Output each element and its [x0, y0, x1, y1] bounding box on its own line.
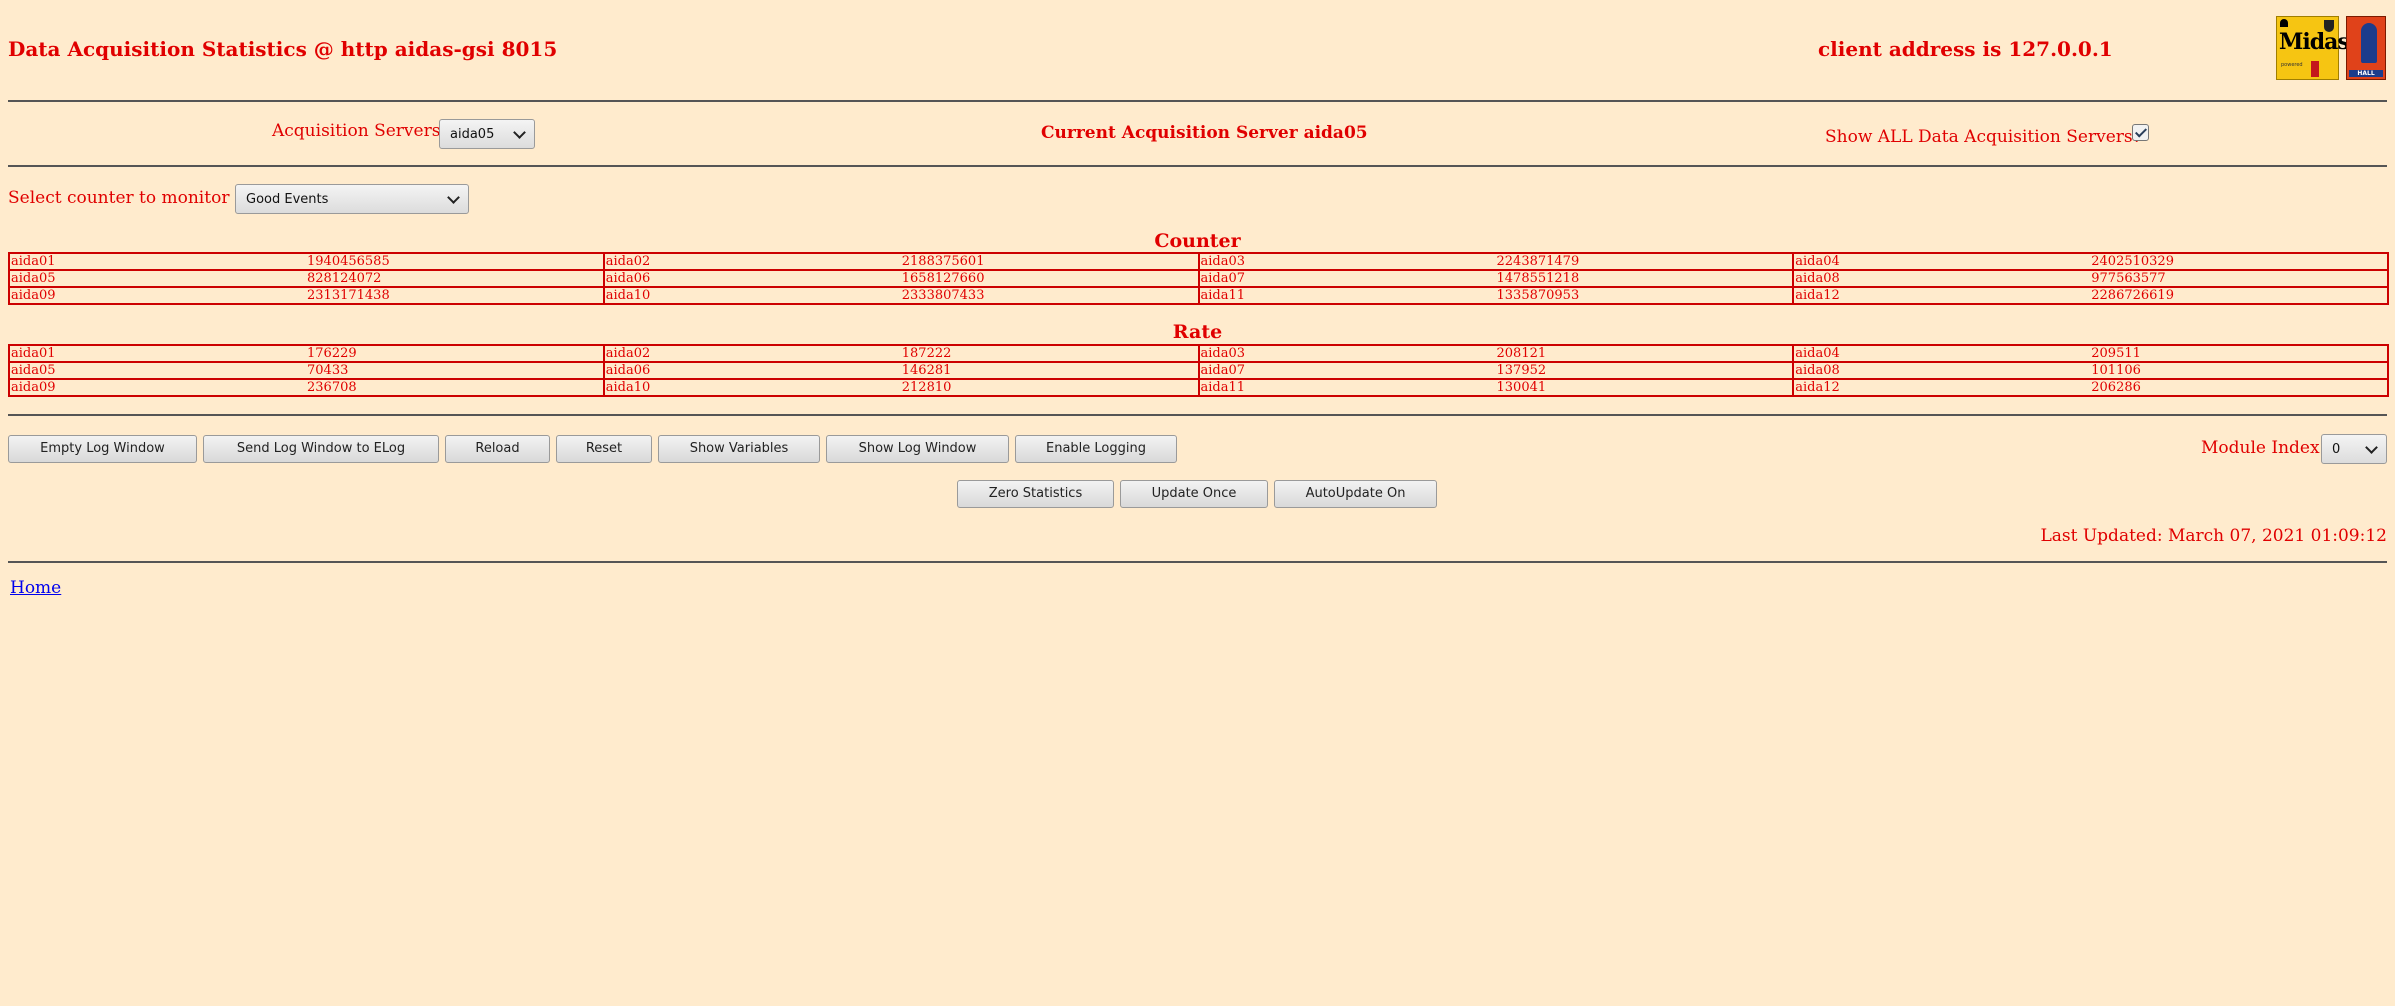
table-row: aida01 1940456585 aida02 2188375601 aida03 22…	[8, 253, 2388, 270]
value-cell: 828124072	[307, 271, 382, 286]
show-all-label: Show ALL Data Acquisition Servers?	[1825, 127, 2142, 147]
counter-select[interactable]: Good Events	[235, 184, 469, 214]
server-name-cell: aida09	[8, 379, 306, 396]
chevron-down-icon	[513, 126, 526, 139]
server-name-cell: aida08	[1792, 362, 2091, 379]
counter-title: Counter	[1154, 230, 1241, 252]
table-row: aida01 176229 aida02 187222 aida03 208121 aida…	[8, 345, 2388, 362]
page-title: Data Acquisition Statistics @ http aidas…	[8, 37, 558, 61]
server-name-cell: aida05	[8, 362, 306, 379]
counter-table: aida01 1940456585 aida02 2188375601 aida03 22…	[8, 252, 2389, 305]
value-cell: 2286726619	[2091, 288, 2174, 303]
value-cell: 212810	[901, 380, 952, 395]
divider	[8, 165, 2387, 167]
server-name-cell: aida01	[8, 345, 306, 362]
server-name-cell: aida04	[1792, 253, 2091, 270]
update-once-button[interactable]: Update Once	[1120, 480, 1268, 508]
zero-statistics-button[interactable]: Zero Statistics	[957, 480, 1114, 508]
server-name-cell: aida12	[1792, 287, 2091, 304]
counter-select-value: Good Events	[246, 192, 329, 207]
value-cell: 2333807433	[901, 288, 985, 303]
server-name-cell: aida07	[1197, 270, 1496, 287]
last-updated: Last Updated: March 07, 2021 01:09:12	[2040, 526, 2387, 546]
value-cell: 1335870953	[1496, 288, 1580, 303]
value-cell: 70433	[307, 363, 349, 378]
value-cell: 209511	[2091, 346, 2141, 361]
server-name-cell: aida08	[1792, 270, 2091, 287]
module-index-label: Module Index	[2201, 438, 2320, 458]
server-name-cell: aida12	[1792, 379, 2091, 396]
server-name-cell: aida01	[8, 253, 306, 270]
server-name-cell: aida03	[1197, 345, 1496, 362]
client-address: client address is 127.0.0.1	[1818, 37, 2113, 61]
server-name-cell: aida10	[602, 287, 901, 304]
table-row: aida05 70433 aida06 146281 aida07 137952 aida0…	[8, 362, 2388, 379]
server-select-value: aida05	[450, 127, 495, 142]
divider	[8, 414, 2387, 416]
select-counter-label: Select counter to monitor	[8, 188, 230, 208]
server-name-cell: aida10	[602, 379, 901, 396]
reset-button[interactable]: Reset	[556, 435, 652, 463]
value-cell: 187222	[901, 346, 952, 361]
server-name-cell: aida06	[602, 362, 901, 379]
value-cell: 146281	[901, 363, 952, 378]
server-name-cell: aida07	[1197, 362, 1496, 379]
value-cell: 206286	[2091, 380, 2141, 395]
server-select[interactable]: aida05	[439, 119, 535, 149]
value-cell: 2313171438	[307, 288, 390, 303]
server-name-cell: aida09	[8, 287, 306, 304]
current-server: Current Acquisition Server aida05	[1041, 123, 1368, 143]
table-row: aida09 236708 aida10 212810 aida11 130041 aida…	[8, 379, 2388, 396]
value-cell: 208121	[1496, 346, 1547, 361]
hall-of-fame-logo[interactable]: HALL	[2346, 16, 2386, 80]
value-cell: 977563577	[2091, 271, 2166, 286]
chevron-down-icon	[447, 191, 460, 204]
send-log-to-elog-button[interactable]: Send Log Window to ELog	[203, 435, 439, 463]
server-name-cell: aida04	[1792, 345, 2091, 362]
value-cell: 1940456585	[307, 254, 390, 269]
value-cell: 1478551218	[1496, 271, 1580, 286]
empty-log-window-button[interactable]: Empty Log Window	[8, 435, 197, 463]
home-link[interactable]: Home	[10, 578, 61, 598]
show-log-window-button[interactable]: Show Log Window	[826, 435, 1009, 463]
value-cell: 130041	[1496, 380, 1547, 395]
rate-table: aida01 176229 aida02 187222 aida03 208121 aida…	[8, 344, 2389, 397]
server-name-cell: aida06	[602, 270, 901, 287]
table-row: aida05 828124072 aida06 1658127660 aida07 147…	[8, 270, 2388, 287]
midas-logo[interactable]: Midas powered	[2276, 16, 2350, 80]
server-name-cell: aida02	[602, 253, 901, 270]
value-cell: 236708	[307, 380, 357, 395]
value-cell: 1658127660	[901, 271, 985, 286]
server-name-cell: aida11	[1197, 287, 1496, 304]
reload-button[interactable]: Reload	[445, 435, 550, 463]
show-all-checkbox[interactable]	[2132, 124, 2149, 141]
show-variables-button[interactable]: Show Variables	[658, 435, 820, 463]
server-name-cell: aida03	[1197, 253, 1496, 270]
autoupdate-button[interactable]: AutoUpdate On	[1274, 480, 1437, 508]
value-cell: 2402510329	[2091, 254, 2174, 269]
module-index-select[interactable]: 0	[2321, 434, 2387, 464]
value-cell: 2188375601	[901, 254, 985, 269]
acquisition-servers-label: Acquisition Servers	[272, 121, 441, 141]
value-cell: 137952	[1496, 363, 1547, 378]
table-row: aida09 2313171438 aida10 2333807433 aida11 13…	[8, 287, 2388, 304]
rate-title: Rate	[1172, 321, 1223, 343]
server-name-cell: aida02	[602, 345, 901, 362]
enable-logging-button[interactable]: Enable Logging	[1015, 435, 1177, 463]
value-cell: 101106	[2091, 363, 2141, 378]
divider	[8, 100, 2387, 102]
server-name-cell: aida11	[1197, 379, 1496, 396]
value-cell: 2243871479	[1496, 254, 1580, 269]
value-cell: 176229	[307, 346, 357, 361]
module-index-value: 0	[2332, 442, 2341, 457]
server-name-cell: aida05	[8, 270, 306, 287]
divider	[8, 561, 2387, 563]
chevron-down-icon	[2365, 441, 2378, 454]
